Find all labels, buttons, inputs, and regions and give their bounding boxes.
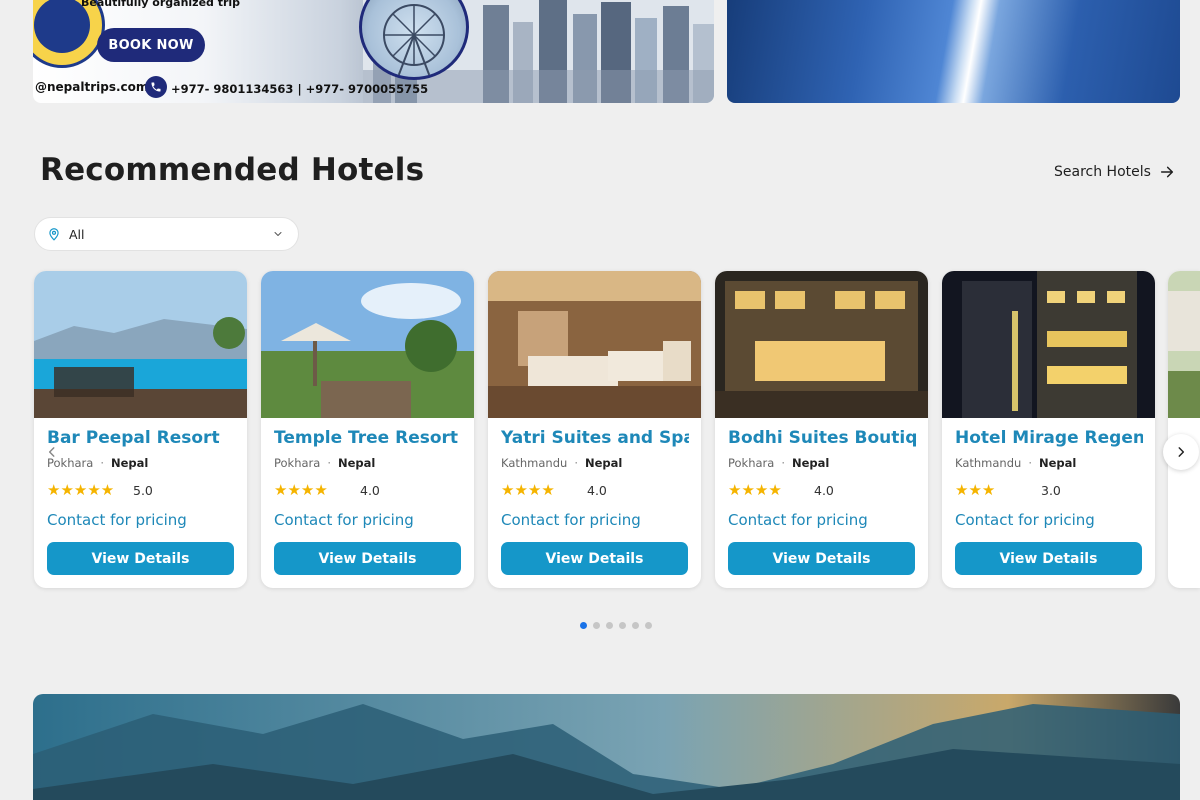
- banner-tagline: Beautifully organized trip: [81, 0, 241, 9]
- view-details-button[interactable]: View Details: [47, 542, 234, 575]
- hotel-photo: [715, 271, 928, 418]
- phone-icon: [145, 76, 167, 98]
- pagination-dot[interactable]: [593, 622, 600, 629]
- hotel-score: 4.0: [360, 482, 380, 498]
- carousel-pagination: [580, 622, 652, 629]
- lions-club-logo: [33, 0, 105, 68]
- hotel-price: Contact for pricing: [274, 511, 414, 529]
- hotel-country: Nepal: [111, 456, 149, 470]
- hotel-name[interactable]: Yatri Suites and Spa: [501, 428, 689, 448]
- section-title: Recommended Hotels: [40, 152, 425, 188]
- hotel-price: Contact for pricing: [955, 511, 1095, 529]
- hotel-rating: ★★★ 3.0: [955, 481, 1061, 499]
- carousel-next-button[interactable]: [1163, 434, 1199, 470]
- star-icons: ★★★★★: [47, 481, 115, 499]
- hotel-photo: [261, 271, 474, 418]
- hotel-city: Kathmandu: [955, 456, 1022, 470]
- pagination-dot[interactable]: [645, 622, 652, 629]
- hotel-photo: [488, 271, 701, 418]
- pagination-dot[interactable]: [619, 622, 626, 629]
- hotel-country: Nepal: [1038, 456, 1077, 470]
- hotel-city: Pokhara: [728, 456, 775, 470]
- hotel-location: Kathmandu · Nepal: [501, 456, 623, 470]
- mountain-landscape-image: [33, 694, 1180, 800]
- location-pin-icon: [49, 228, 59, 241]
- hotel-photo: [1168, 271, 1200, 418]
- hotel-location: Kathmandu · Nepal: [955, 456, 1077, 470]
- hotel-price: Contact for pricing: [47, 511, 187, 529]
- hotel-rating: ★★★★ 4.0: [728, 481, 834, 499]
- hotel-city: Pokhara: [274, 456, 321, 470]
- hotel-photo: [942, 271, 1155, 418]
- search-hotels-label: Search Hotels: [1054, 164, 1151, 180]
- chevron-right-icon: [1178, 447, 1185, 457]
- star-icons: ★★★★: [274, 481, 328, 499]
- view-details-button[interactable]: View Details: [955, 542, 1142, 575]
- chevron-down-icon: [274, 232, 282, 236]
- hotel-name[interactable]: Hotel Mirage Regency: [955, 428, 1143, 448]
- search-hotels-link[interactable]: Search Hotels: [1054, 164, 1175, 180]
- hotel-country: Nepal: [584, 456, 623, 470]
- pagination-dot[interactable]: [606, 622, 613, 629]
- hotel-name[interactable]: Temple Tree Resort & Spa: [274, 428, 462, 448]
- banner-email: @nepaltrips.com: [35, 80, 149, 94]
- hotel-country: Nepal: [792, 456, 830, 470]
- banner-phones: +977- 9801134563 | +977- 9700055755: [171, 82, 429, 96]
- view-details-button[interactable]: View Details: [728, 542, 915, 575]
- pagination-dot[interactable]: [580, 622, 587, 629]
- location-filter-value: All: [69, 226, 85, 242]
- hotel-location: Pokhara · Nepal: [274, 456, 376, 470]
- star-icons: ★★★★: [728, 481, 782, 499]
- star-icons: ★★★: [955, 481, 996, 499]
- view-details-button[interactable]: View Details: [274, 542, 461, 575]
- pagination-dot[interactable]: [632, 622, 639, 629]
- book-now-button[interactable]: BOOK NOW: [97, 28, 205, 62]
- star-icons: ★★★★: [501, 481, 555, 499]
- chevron-left-icon: [48, 447, 55, 457]
- hotel-score: 4.0: [587, 482, 607, 498]
- hotel-country: Nepal: [338, 456, 376, 470]
- hotel-rating: ★★★★★ 5.0: [47, 481, 153, 499]
- location-filter-select[interactable]: All: [34, 217, 299, 251]
- hotel-city: Kathmandu: [501, 456, 568, 470]
- hotel-name[interactable]: Bodhi Suites Boutique: [728, 428, 916, 448]
- promo-banner-secondary[interactable]: [727, 0, 1180, 103]
- hotel-score: 3.0: [1041, 482, 1061, 498]
- hotel-price: Contact for pricing: [501, 511, 641, 529]
- hotel-card[interactable]: Bodhi Suites Boutique Pokhara·Nepal ★★★★…: [715, 271, 928, 588]
- hotel-photo: [34, 271, 247, 418]
- view-details-button[interactable]: View Details: [501, 542, 688, 575]
- hotel-score: 5.0: [133, 482, 153, 498]
- carousel-prev-button[interactable]: [40, 440, 64, 464]
- arrow-right-icon: [1160, 166, 1174, 178]
- hotel-location: Pokhara · Nepal: [728, 456, 830, 470]
- hotel-card[interactable]: Hotel Mirage Regency Kathmandu·Nepal ★★★…: [942, 271, 1155, 588]
- hotel-card-partial[interactable]: [1168, 271, 1200, 588]
- hotel-name[interactable]: Bar Peepal Resort: [47, 428, 235, 448]
- hotel-score: 4.0: [814, 482, 834, 498]
- hotel-card[interactable]: Temple Tree Resort & Spa Pokhara·Nepal ★…: [261, 271, 474, 588]
- hotel-card[interactable]: Bar Peepal Resort Pokhara · Nepal ★★★★★ 5.0…: [34, 271, 247, 588]
- hotel-rating: ★★★★ 4.0: [501, 481, 607, 499]
- promo-banner[interactable]: Beautifully organized trip BOOK NOW @nep…: [33, 0, 714, 103]
- hotel-price: Contact for pricing: [728, 511, 868, 529]
- hotel-rating: ★★★★ 4.0: [274, 481, 380, 499]
- hotel-card[interactable]: Yatri Suites and Spa Kathmandu · Nepal ★★★…: [488, 271, 701, 588]
